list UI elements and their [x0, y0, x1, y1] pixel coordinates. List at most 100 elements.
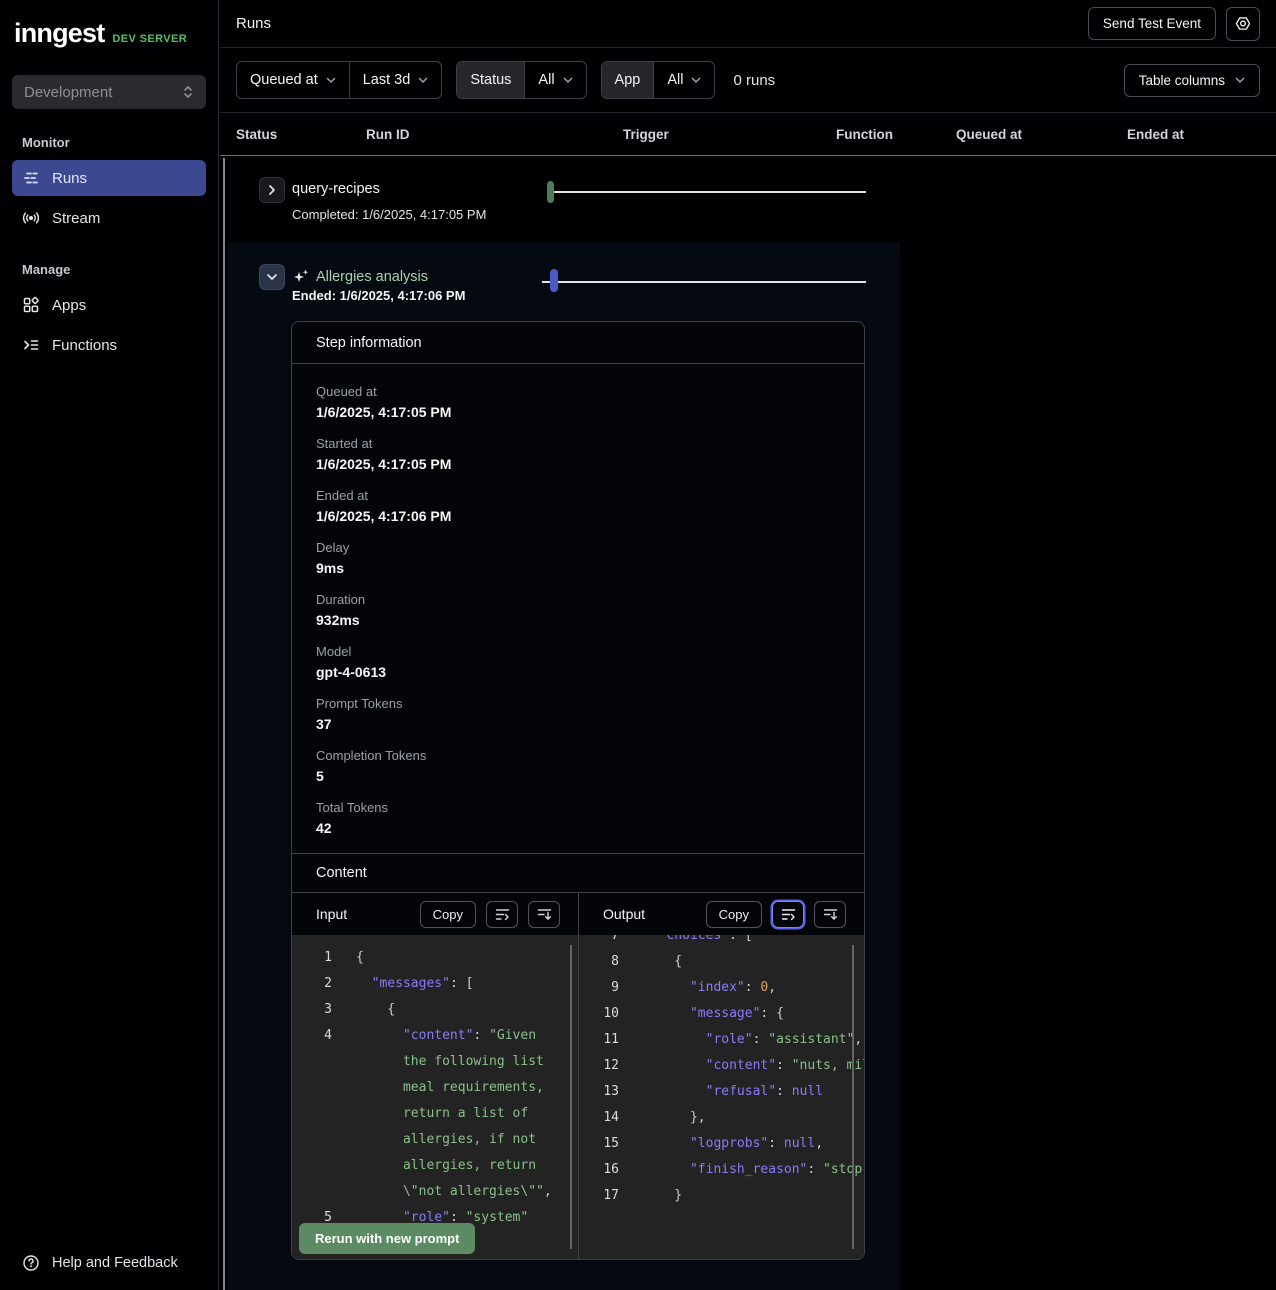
app-filter-label: App: [602, 62, 654, 98]
code-line: 10 "message": {: [579, 1001, 864, 1027]
wrap-text-button-active[interactable]: [772, 901, 804, 928]
settings-button[interactable]: [1226, 7, 1260, 41]
sidebar-item-apps[interactable]: Apps: [12, 287, 206, 323]
copy-input-button[interactable]: Copy: [420, 901, 476, 928]
apps-icon: [22, 296, 40, 314]
brand: inngest DEV SERVER: [12, 14, 206, 53]
scroll-to-bottom-button[interactable]: [814, 901, 846, 928]
field-value: 1/6/2025, 4:17:06 PM: [316, 508, 840, 524]
step-info-field: Ended at 1/6/2025, 4:17:06 PM: [316, 488, 840, 524]
scroll-to-bottom-button[interactable]: [528, 901, 560, 928]
help-and-feedback[interactable]: Help and Feedback: [22, 1254, 178, 1272]
expand-row-button[interactable]: [259, 177, 285, 203]
field-label: Started at: [316, 436, 840, 451]
step-info-field: Model gpt-4-0613: [316, 644, 840, 680]
functions-icon: [22, 336, 40, 354]
status-filter-dropdown[interactable]: All: [524, 62, 585, 98]
input-label: Input: [316, 906, 347, 922]
chevron-down-icon: [1235, 77, 1245, 84]
code-line: 8 {: [579, 949, 864, 975]
step-info-field: Completion Tokens5: [316, 748, 840, 784]
page-title: Runs: [236, 15, 271, 32]
output-panel-header: Output Copy: [579, 893, 864, 935]
code-line: 1{: [292, 945, 578, 971]
line-number: [292, 1127, 332, 1153]
input-scrollbar[interactable]: [570, 945, 572, 1249]
column-queued-at: Queued at: [956, 127, 1127, 142]
line-number: 11: [579, 1027, 619, 1053]
topbar: Runs Send Test Event: [220, 0, 1276, 48]
code-line: the following list: [292, 1049, 578, 1075]
line-number: 8: [579, 949, 619, 975]
line-number: 14: [579, 1105, 619, 1131]
send-test-event-button[interactable]: Send Test Event: [1088, 7, 1216, 40]
output-scrollbar[interactable]: [852, 945, 854, 1249]
timeline-line: [542, 281, 866, 283]
app-filter-value: All: [667, 72, 683, 88]
help-label: Help and Feedback: [52, 1255, 178, 1271]
field-label: Model: [316, 644, 840, 659]
step-information-fields: Queued at1/6/2025, 4:17:05 PMStarted at1…: [292, 364, 864, 853]
time-filter-group: Queued at Last 3d: [236, 61, 442, 99]
time-range-dropdown[interactable]: Last 3d: [349, 62, 442, 98]
line-number: 17: [579, 1183, 619, 1209]
field-label: Total Tokens: [316, 800, 840, 815]
time-field-dropdown[interactable]: Queued at: [237, 62, 349, 98]
filter-bar: Queued at Last 3d Status All App All: [220, 48, 1276, 112]
sidebar-item-functions[interactable]: Functions: [12, 327, 206, 363]
sidebar-item-label: Apps: [52, 297, 86, 314]
list-scrollbar[interactable]: [223, 158, 225, 1290]
field-value: 5: [316, 768, 840, 784]
output-code-viewer[interactable]: 7 "choices": [8 {9 "index": 0,10 "messag…: [579, 935, 864, 1259]
line-number: [292, 1075, 332, 1101]
output-panel: Output Copy: [578, 893, 864, 1259]
sidebar-item-runs[interactable]: Runs: [12, 160, 206, 196]
field-label: Prompt Tokens: [316, 696, 840, 711]
code-line: allergies, return: [292, 1153, 578, 1179]
main-content: Runs Send Test Event Queued at Last 3d: [220, 0, 1276, 1290]
code-line: meal requirements,: [292, 1075, 578, 1101]
run-name[interactable]: Allergies analysis: [316, 269, 428, 285]
code-line: 13 "refusal": null: [579, 1079, 864, 1105]
rerun-with-new-prompt-button[interactable]: Rerun with new prompt: [299, 1223, 475, 1254]
step-info-field: Duration932ms: [316, 592, 840, 628]
wrap-text-icon: [781, 908, 796, 921]
field-value: 1/6/2025, 4:17:05 PM: [316, 404, 840, 420]
sidebar-item-stream[interactable]: Stream: [12, 200, 206, 236]
line-number: 12: [579, 1053, 619, 1079]
line-number: 4: [292, 1023, 332, 1049]
content-header: Content: [292, 853, 864, 893]
workspace-select[interactable]: Development: [12, 75, 206, 109]
line-number: 16: [579, 1157, 619, 1183]
field-value: gpt-4-0613: [316, 664, 840, 680]
code-line: 7 "choices": [: [579, 935, 864, 949]
question-icon: [22, 1254, 40, 1272]
sidebar-item-label: Runs: [52, 170, 87, 187]
code-line: 16 "finish_reason": "stop": [579, 1157, 864, 1183]
timeline-line: [551, 191, 866, 193]
copy-output-button[interactable]: Copy: [706, 901, 762, 928]
line-number: 15: [579, 1131, 619, 1157]
step-info-field: Delay9ms: [316, 540, 840, 576]
run-status-line: Ended: 1/6/2025, 4:17:06 PM: [292, 288, 465, 303]
table-header: Status Run ID Trigger Function Queued at…: [220, 112, 1276, 156]
input-code-editor[interactable]: 1{2 "messages": [3 {4 "content": "Given …: [292, 935, 578, 1259]
line-number: 1: [292, 945, 332, 971]
input-output-panels: Input Copy: [292, 893, 864, 1259]
column-ended-at: Ended at: [1127, 127, 1276, 142]
input-panel: Input Copy: [292, 893, 578, 1259]
app-filter-dropdown[interactable]: All: [653, 62, 714, 98]
run-name[interactable]: query-recipes: [292, 181, 380, 197]
code-line: return a list of: [292, 1101, 578, 1127]
table-row[interactable]: query-recipes Completed: 1/6/2025, 4:17:…: [220, 156, 1276, 242]
field-value: 932ms: [316, 612, 840, 628]
chevron-down-icon: [563, 77, 573, 84]
app-filter-group: App All: [601, 61, 716, 99]
wrap-text-button[interactable]: [486, 901, 518, 928]
collapse-row-button[interactable]: [259, 264, 285, 290]
field-label: Ended at: [316, 488, 840, 503]
wrap-text-icon: [495, 908, 510, 921]
column-function: Function: [836, 127, 956, 142]
chevron-down-icon: [691, 77, 701, 84]
table-columns-button[interactable]: Table columns: [1124, 64, 1260, 97]
